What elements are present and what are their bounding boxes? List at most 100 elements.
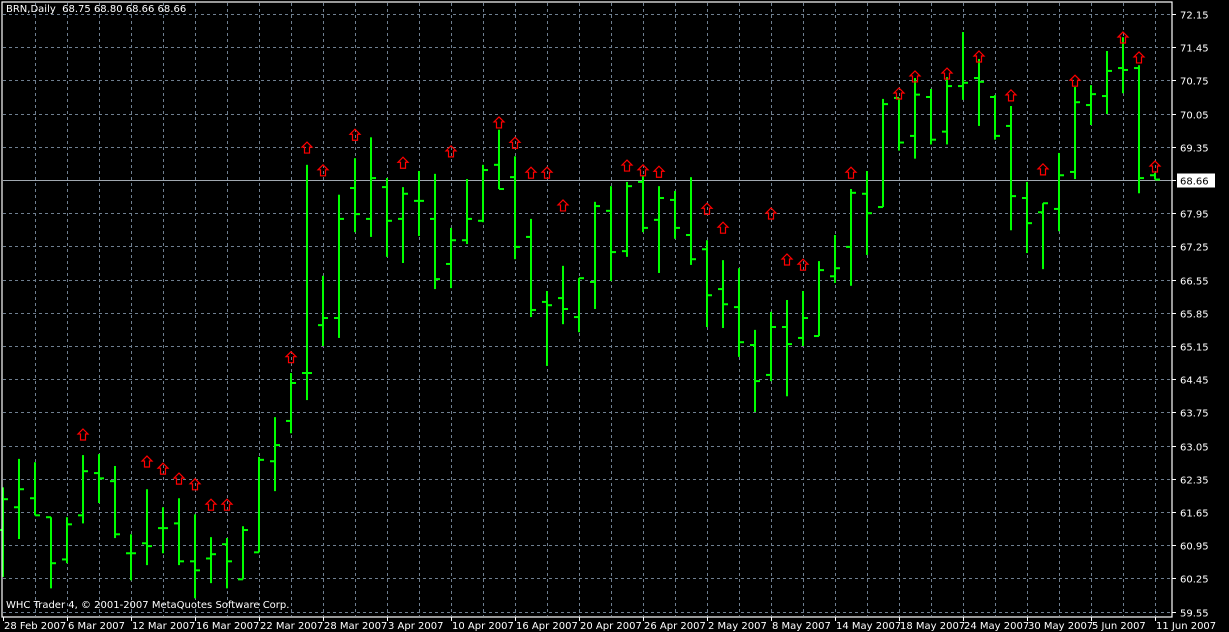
- bar-close-tick: [179, 560, 184, 563]
- bar-range: [226, 538, 228, 589]
- bar-open-tick: [158, 527, 163, 530]
- bar-range: [738, 268, 740, 357]
- bar-open-tick: [910, 134, 915, 137]
- bar-open-tick: [766, 373, 771, 376]
- time-label: 20 Apr 2007: [580, 621, 642, 632]
- bar-close-tick: [611, 251, 616, 254]
- bar-close-tick: [147, 545, 152, 548]
- bar-close-tick: [419, 199, 424, 202]
- bar-range: [722, 260, 724, 328]
- bar-range: [434, 173, 436, 290]
- bar-open-tick: [1134, 67, 1139, 70]
- bar-range: [578, 278, 580, 333]
- bar-open-tick: [478, 219, 483, 222]
- bar-range: [626, 181, 628, 257]
- ohlc-readout: 68.75 68.80 68.66 68.66: [62, 4, 187, 15]
- bar-open-tick: [542, 300, 547, 303]
- bar-range: [642, 176, 644, 233]
- bar-range: [370, 137, 372, 237]
- time-label: 26 Apr 2007: [644, 621, 706, 632]
- bar-close-tick: [499, 188, 504, 191]
- bar-range: [674, 190, 676, 239]
- bar-open-tick: [1022, 197, 1027, 200]
- bar-open-tick: [302, 372, 307, 375]
- bar-close-tick: [1123, 68, 1128, 71]
- bar-open-tick: [462, 239, 467, 242]
- bar-open-tick: [862, 192, 867, 195]
- bar-open-tick: [222, 543, 227, 546]
- bar-open-tick: [446, 262, 451, 265]
- bar-open-tick: [750, 344, 755, 347]
- bar-open-tick: [398, 217, 403, 220]
- price-chart[interactable]: 72.1571.4570.7570.0569.3568.6567.9567.25…: [0, 0, 1229, 632]
- bar-close-tick: [1139, 177, 1144, 180]
- bar-range: [706, 240, 708, 328]
- bar-open-tick: [14, 506, 19, 509]
- bar-open-tick: [718, 288, 723, 291]
- bar-close-tick: [899, 141, 904, 144]
- bar-open-tick: [846, 245, 851, 248]
- bar-open-tick: [1038, 211, 1043, 214]
- bar-close-tick: [291, 381, 296, 384]
- bar-open-tick: [1150, 174, 1155, 177]
- bar-close-tick: [755, 380, 760, 383]
- time-label: 8 May 2007: [772, 621, 831, 632]
- bar-range: [338, 194, 340, 338]
- bar-range: [130, 534, 132, 581]
- bar-range: [306, 164, 308, 401]
- bar-range: [178, 498, 180, 566]
- bar-close-tick: [195, 569, 200, 572]
- bar-close-tick: [1043, 202, 1048, 205]
- bar-close-tick: [227, 560, 232, 563]
- price-label: 70.75: [1180, 77, 1209, 88]
- bar-close-tick: [739, 341, 744, 344]
- bar-open-tick: [670, 198, 675, 201]
- bar-close-tick: [403, 192, 408, 195]
- bar-close-tick: [819, 269, 824, 272]
- bar-close-tick: [387, 219, 392, 222]
- bar-range: [466, 179, 468, 245]
- bar-close-tick: [803, 317, 808, 320]
- bar-close-tick: [435, 278, 440, 281]
- bar-close-tick: [883, 103, 888, 106]
- price-label: 71.45: [1180, 44, 1209, 55]
- time-label: 30 May 2007: [1028, 621, 1093, 632]
- bar-range: [162, 507, 164, 554]
- bar-range: [514, 156, 516, 260]
- bar-close-tick: [547, 304, 552, 307]
- bar-open-tick: [782, 326, 787, 329]
- bar-close-tick: [979, 80, 984, 83]
- time-label: 6 Mar 2007: [68, 621, 125, 632]
- bar-close-tick: [723, 303, 728, 306]
- bar-close-tick: [787, 343, 792, 346]
- time-label: 18 May 2007: [900, 621, 965, 632]
- price-label: 61.65: [1180, 509, 1209, 520]
- time-label: 16 Apr 2007: [516, 621, 578, 632]
- bar-open-tick: [334, 317, 339, 320]
- price-label: 63.75: [1180, 409, 1209, 420]
- bar-open-tick: [430, 217, 435, 220]
- price-label: 70.05: [1180, 111, 1209, 122]
- time-label: 24 May 2007: [964, 621, 1029, 632]
- bar-close-tick: [483, 169, 488, 172]
- bar-close-tick: [35, 514, 40, 517]
- bar-close-tick: [627, 185, 632, 188]
- bar-open-tick: [590, 280, 595, 283]
- bar-close-tick: [451, 239, 456, 242]
- bar-close-tick: [1027, 222, 1032, 225]
- bar-range: [1010, 106, 1012, 231]
- bar-close-tick: [19, 488, 24, 491]
- bar-open-tick: [190, 560, 195, 563]
- bar-open-tick: [974, 77, 979, 80]
- time-label: 16 Mar 2007: [196, 621, 259, 632]
- bar-close-tick: [771, 326, 776, 329]
- bar-range: [530, 218, 532, 318]
- bar-range: [818, 261, 820, 337]
- bar-close-tick: [995, 134, 1000, 137]
- bar-open-tick: [414, 199, 419, 202]
- bar-open-tick: [510, 176, 515, 179]
- bar-close-tick: [659, 197, 664, 200]
- bar-range: [498, 129, 500, 190]
- bar-open-tick: [990, 96, 995, 98]
- bar-open-tick: [174, 522, 179, 525]
